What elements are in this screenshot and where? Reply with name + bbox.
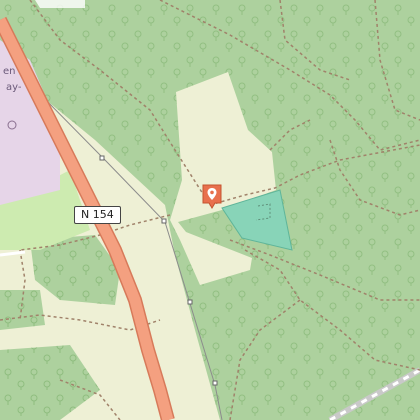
location-pin-icon[interactable] [201, 183, 223, 209]
road-label-badge: N 154 [74, 206, 121, 224]
place-label-fragment: en [3, 66, 16, 77]
map-canvas[interactable]: en ay- N 154 [0, 0, 420, 420]
place-label-fragment: ay- [6, 82, 22, 93]
location-pin-shape [202, 184, 222, 209]
map-layer [0, 0, 420, 420]
